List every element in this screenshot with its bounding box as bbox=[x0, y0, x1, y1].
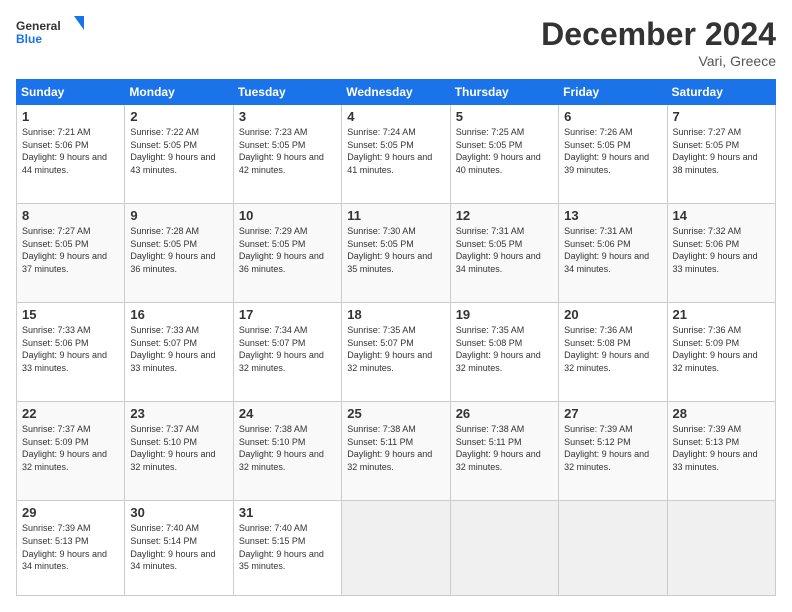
table-row: 3Sunrise: 7:23 AMSunset: 5:05 PMDaylight… bbox=[233, 105, 341, 204]
col-wednesday: Wednesday bbox=[342, 80, 450, 105]
table-row: 23Sunrise: 7:37 AMSunset: 5:10 PMDayligh… bbox=[125, 402, 233, 501]
table-row: 20Sunrise: 7:36 AMSunset: 5:08 PMDayligh… bbox=[559, 303, 667, 402]
table-row bbox=[667, 501, 775, 596]
col-saturday: Saturday bbox=[667, 80, 775, 105]
calendar-header-row: Sunday Monday Tuesday Wednesday Thursday… bbox=[17, 80, 776, 105]
table-row: 27Sunrise: 7:39 AMSunset: 5:12 PMDayligh… bbox=[559, 402, 667, 501]
table-row: 17Sunrise: 7:34 AMSunset: 5:07 PMDayligh… bbox=[233, 303, 341, 402]
table-row bbox=[342, 501, 450, 596]
table-row: 19Sunrise: 7:35 AMSunset: 5:08 PMDayligh… bbox=[450, 303, 558, 402]
table-row: 10Sunrise: 7:29 AMSunset: 5:05 PMDayligh… bbox=[233, 204, 341, 303]
page: GeneralBlue December 2024 Vari, Greece S… bbox=[0, 0, 792, 612]
header: GeneralBlue December 2024 Vari, Greece bbox=[16, 16, 776, 69]
table-row: 2Sunrise: 7:22 AMSunset: 5:05 PMDaylight… bbox=[125, 105, 233, 204]
table-row: 30Sunrise: 7:40 AMSunset: 5:14 PMDayligh… bbox=[125, 501, 233, 596]
table-row: 26Sunrise: 7:38 AMSunset: 5:11 PMDayligh… bbox=[450, 402, 558, 501]
title-block: December 2024 Vari, Greece bbox=[541, 16, 776, 69]
col-sunday: Sunday bbox=[17, 80, 125, 105]
table-row: 14Sunrise: 7:32 AMSunset: 5:06 PMDayligh… bbox=[667, 204, 775, 303]
month-title: December 2024 bbox=[541, 16, 776, 53]
location: Vari, Greece bbox=[541, 53, 776, 69]
table-row bbox=[450, 501, 558, 596]
table-row: 5Sunrise: 7:25 AMSunset: 5:05 PMDaylight… bbox=[450, 105, 558, 204]
table-row: 29Sunrise: 7:39 AMSunset: 5:13 PMDayligh… bbox=[17, 501, 125, 596]
table-row: 31Sunrise: 7:40 AMSunset: 5:15 PMDayligh… bbox=[233, 501, 341, 596]
col-monday: Monday bbox=[125, 80, 233, 105]
table-row: 22Sunrise: 7:37 AMSunset: 5:09 PMDayligh… bbox=[17, 402, 125, 501]
table-row: 18Sunrise: 7:35 AMSunset: 5:07 PMDayligh… bbox=[342, 303, 450, 402]
table-row: 16Sunrise: 7:33 AMSunset: 5:07 PMDayligh… bbox=[125, 303, 233, 402]
table-row bbox=[559, 501, 667, 596]
col-thursday: Thursday bbox=[450, 80, 558, 105]
logo: GeneralBlue bbox=[16, 16, 86, 46]
table-row: 4Sunrise: 7:24 AMSunset: 5:05 PMDaylight… bbox=[342, 105, 450, 204]
table-row: 13Sunrise: 7:31 AMSunset: 5:06 PMDayligh… bbox=[559, 204, 667, 303]
table-row: 24Sunrise: 7:38 AMSunset: 5:10 PMDayligh… bbox=[233, 402, 341, 501]
calendar-table: Sunday Monday Tuesday Wednesday Thursday… bbox=[16, 79, 776, 596]
col-friday: Friday bbox=[559, 80, 667, 105]
table-row: 6Sunrise: 7:26 AMSunset: 5:05 PMDaylight… bbox=[559, 105, 667, 204]
logo-icon: GeneralBlue bbox=[16, 16, 86, 46]
table-row: 8Sunrise: 7:27 AMSunset: 5:05 PMDaylight… bbox=[17, 204, 125, 303]
svg-text:Blue: Blue bbox=[16, 32, 42, 46]
table-row: 12Sunrise: 7:31 AMSunset: 5:05 PMDayligh… bbox=[450, 204, 558, 303]
table-row: 7Sunrise: 7:27 AMSunset: 5:05 PMDaylight… bbox=[667, 105, 775, 204]
table-row: 11Sunrise: 7:30 AMSunset: 5:05 PMDayligh… bbox=[342, 204, 450, 303]
table-row: 1Sunrise: 7:21 AMSunset: 5:06 PMDaylight… bbox=[17, 105, 125, 204]
table-row: 15Sunrise: 7:33 AMSunset: 5:06 PMDayligh… bbox=[17, 303, 125, 402]
table-row: 25Sunrise: 7:38 AMSunset: 5:11 PMDayligh… bbox=[342, 402, 450, 501]
table-row: 28Sunrise: 7:39 AMSunset: 5:13 PMDayligh… bbox=[667, 402, 775, 501]
table-row: 21Sunrise: 7:36 AMSunset: 5:09 PMDayligh… bbox=[667, 303, 775, 402]
col-tuesday: Tuesday bbox=[233, 80, 341, 105]
table-row: 9Sunrise: 7:28 AMSunset: 5:05 PMDaylight… bbox=[125, 204, 233, 303]
svg-text:General: General bbox=[16, 19, 61, 33]
